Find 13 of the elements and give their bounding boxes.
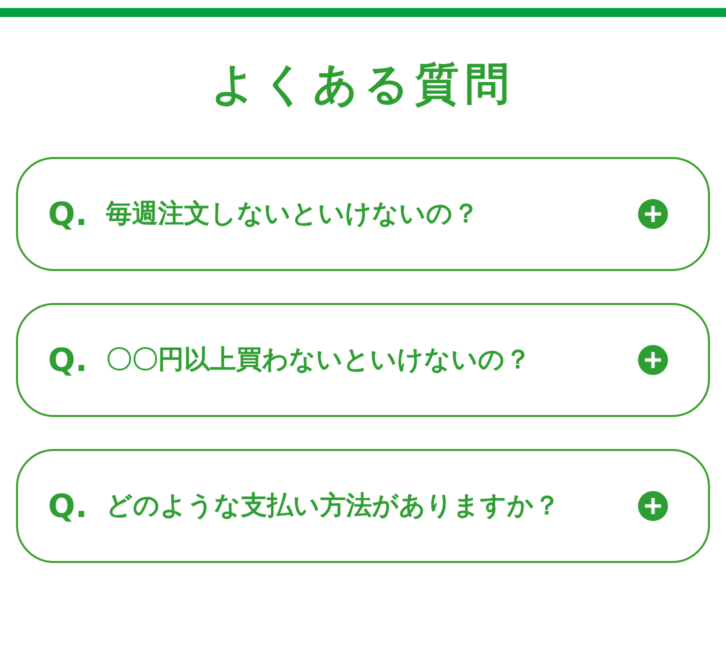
question-marker: Q.: [48, 486, 88, 527]
plus-icon[interactable]: [638, 345, 668, 375]
question-text: 毎週注文しないといけないの？: [106, 198, 480, 231]
plus-icon[interactable]: [638, 491, 668, 521]
question-marker: Q.: [48, 340, 88, 381]
question-marker: Q.: [48, 194, 88, 235]
faq-item[interactable]: Q. 〇〇円以上買わないといけないの？: [16, 303, 710, 417]
question-text: 〇〇円以上買わないといけないの？: [106, 344, 532, 377]
plus-icon[interactable]: [638, 199, 668, 229]
faq-item[interactable]: Q. 毎週注文しないといけないの？: [16, 157, 710, 271]
question-text: どのような支払い方法がありますか？: [106, 490, 561, 523]
section-title: よくある質問: [210, 58, 516, 112]
faq-item[interactable]: Q. どのような支払い方法がありますか？: [16, 449, 710, 563]
